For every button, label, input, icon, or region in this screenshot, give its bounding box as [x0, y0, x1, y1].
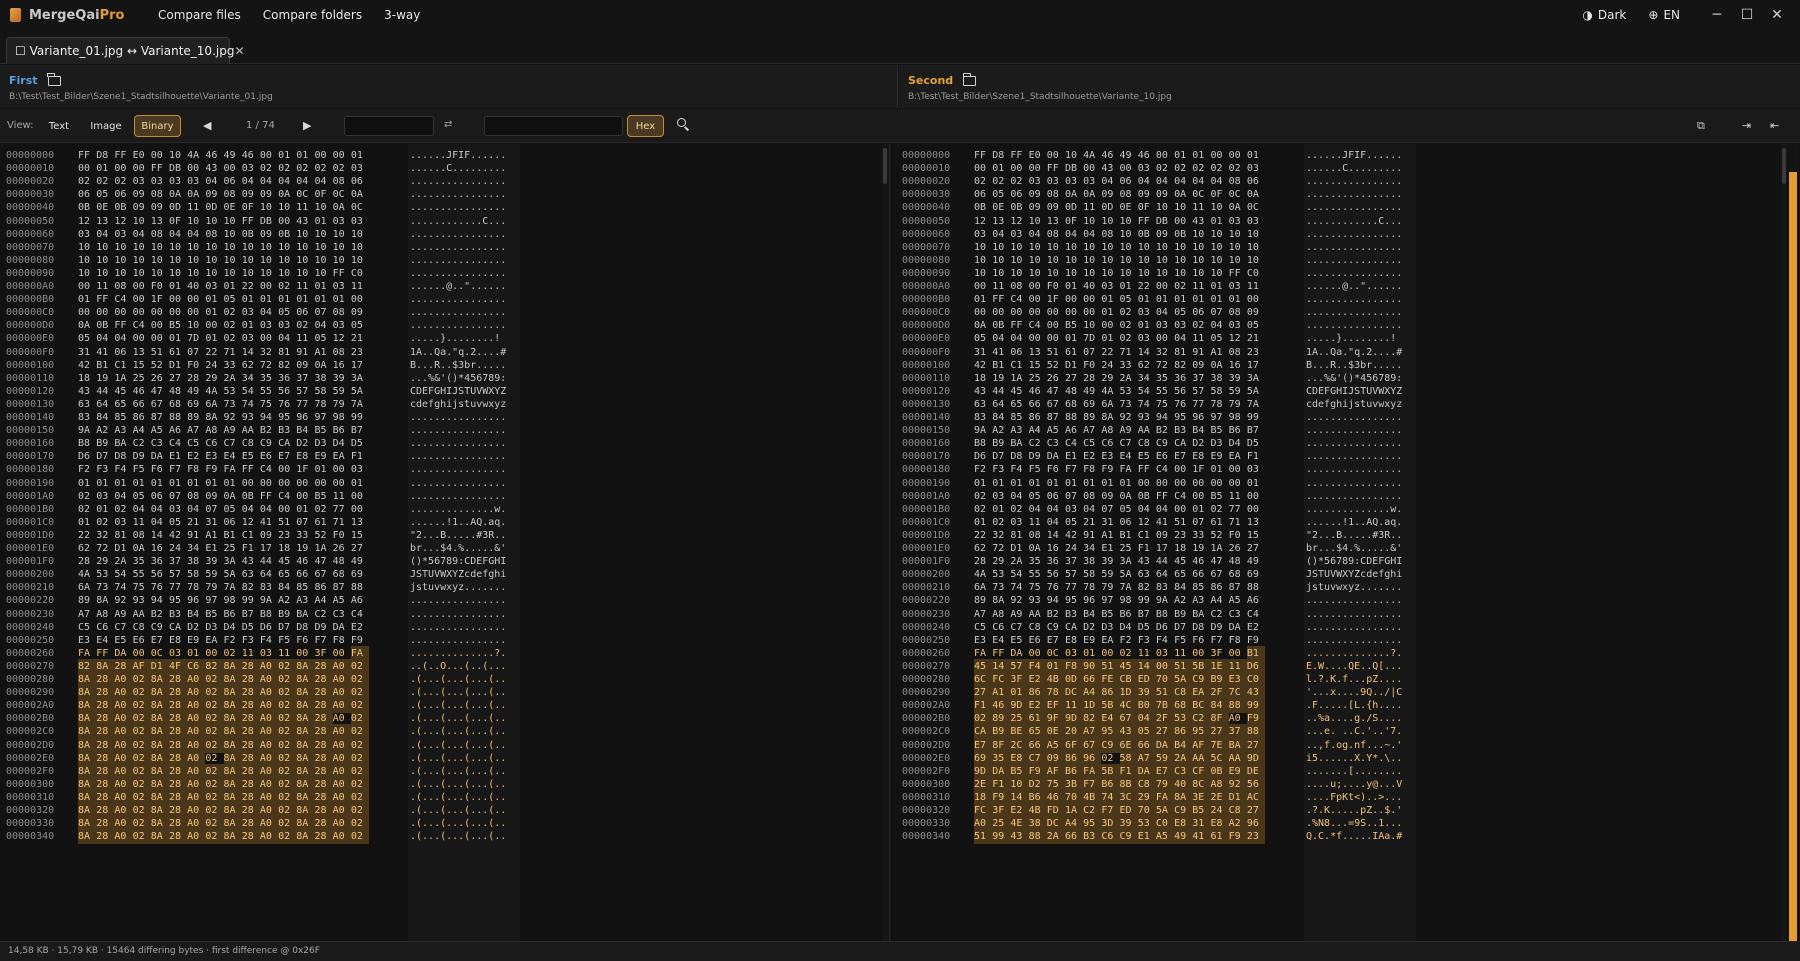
prev-diff-button[interactable]: ◀ — [203, 119, 211, 132]
title-bar: MergeQaiPro Compare files Compare folder… — [0, 0, 1800, 30]
hex-row: 00000340 51 99 43 88 2A 66 B3 C6 C9 E1 A5 49 41 61 F9 23… — [896, 829, 1780, 845]
hex-offset: 00000340 — [902, 831, 951, 843]
right-file-path: B:\Test\Test_Bilder\Szene1_Stadtsilhouet… — [908, 92, 1172, 102]
page-indicator: 1 / 74 — [246, 120, 275, 131]
left-scrollbar[interactable] — [882, 144, 888, 941]
menu-compare-folders[interactable]: Compare folders — [263, 8, 362, 22]
tab-label: ☐ Variante_01.jpg ↔ Variante_10.jpg — [15, 44, 235, 58]
close-window-button[interactable]: ✕ — [1762, 7, 1792, 23]
swap-icon[interactable]: ⇄ — [444, 119, 452, 130]
status-text: 14,58 KB · 15,79 KB · 15464 differing by… — [8, 946, 320, 956]
left-scroll-thumb[interactable] — [883, 148, 887, 184]
menu-compare-files[interactable]: Compare files — [158, 8, 241, 22]
search-icon[interactable] — [677, 118, 689, 130]
globe-icon: ⊕ — [1648, 8, 1659, 22]
diff-overview-marker — [1789, 172, 1797, 941]
left-file-header: First B:\Test\Test_Bilder\Szene1_Stadtsi… — [0, 65, 898, 108]
tab-comparison[interactable]: ☐ Variante_01.jpg ↔ Variante_10.jpg ✕ — [6, 37, 245, 64]
right-scroll-thumb[interactable] — [1782, 148, 1786, 184]
first-label: First — [9, 74, 38, 87]
hex-row: 00000340 8A 28 A0 02 8A 28 A0 02 8A 28 A0 02 8A 28 A0 02… — [0, 829, 880, 845]
copy-left-icon[interactable]: ⇤ — [1770, 119, 1779, 132]
contrast-icon: ◑ — [1582, 8, 1593, 22]
pane-divider[interactable] — [889, 144, 890, 941]
status-bar: 14,58 KB · 15,79 KB · 15464 differing by… — [0, 941, 1800, 961]
app-logo-icon — [10, 8, 21, 22]
maximize-button[interactable]: ☐ — [1732, 7, 1762, 23]
right-scrollbar[interactable] — [1781, 144, 1787, 941]
view-label: View: — [7, 120, 34, 131]
theme-toggle[interactable]: ◑ Dark — [1582, 8, 1626, 22]
open-folder-icon[interactable] — [47, 72, 61, 86]
copy-right-icon[interactable]: ⇥ — [1742, 119, 1751, 132]
hex-toggle-button[interactable]: Hex — [627, 115, 664, 137]
open-folder-icon[interactable] — [962, 72, 977, 86]
tab-close-icon[interactable]: ✕ — [234, 44, 244, 58]
app-name: MergeQaiPro — [29, 7, 125, 23]
language-label: EN — [1663, 8, 1680, 22]
menu-3-way[interactable]: 3-way — [384, 8, 420, 22]
hex-bytes[interactable]: 8A 28 A0 02 8A 28 A0 02 8A 28 A0 02 8A 28 A0 02 — [78, 829, 369, 845]
minimize-button[interactable]: ─ — [1702, 7, 1732, 23]
hex-bytes[interactable]: 51 99 43 88 2A 66 B3 C6 C9 E1 A5 49 41 61 F9 23 — [974, 829, 1265, 845]
search-input[interactable] — [484, 116, 623, 136]
hex-ascii: .(...(...(...(.. — [410, 831, 507, 843]
language-selector[interactable]: ⊕ EN — [1648, 8, 1680, 22]
view-binary-button[interactable]: Binary — [134, 115, 181, 137]
offset-input[interactable] — [344, 116, 434, 136]
left-file-path: B:\Test\Test_Bilder\Szene1_Stadtsilhouet… — [9, 92, 273, 102]
second-label: Second — [908, 74, 954, 87]
hex-offset: 00000340 — [6, 831, 55, 843]
view-image-button[interactable]: Image — [86, 115, 126, 137]
left-hex-pane[interactable]: 00000000 FF D8 FF E0 00 10 4A 46 49 46 00 01 01 00 00 01… — [0, 144, 880, 941]
tab-bar: ☐ Variante_01.jpg ↔ Variante_10.jpg ✕ — [0, 30, 1800, 64]
next-diff-button[interactable]: ▶ — [303, 119, 311, 132]
right-hex-pane[interactable]: 00000000 FF D8 FF E0 00 10 4A 46 49 46 00 01 01 00 00 01… — [896, 144, 1780, 941]
app-logo: MergeQaiPro — [10, 8, 140, 23]
diff-overview-bar[interactable] — [1788, 144, 1798, 941]
right-file-header: Second B:\Test\Test_Bilder\Szene1_Stadts… — [899, 65, 1800, 108]
view-text-button[interactable]: Text — [40, 115, 78, 137]
copy-icon[interactable]: ⧉ — [1697, 119, 1705, 133]
hex-ascii: Q.C.*f.....IAa.# — [1306, 831, 1403, 843]
view-toolbar: View: Text Image Binary ◀ 1 / 74 ▶ ⇄ Hex… — [0, 109, 1800, 143]
theme-label: Dark — [1597, 8, 1627, 22]
